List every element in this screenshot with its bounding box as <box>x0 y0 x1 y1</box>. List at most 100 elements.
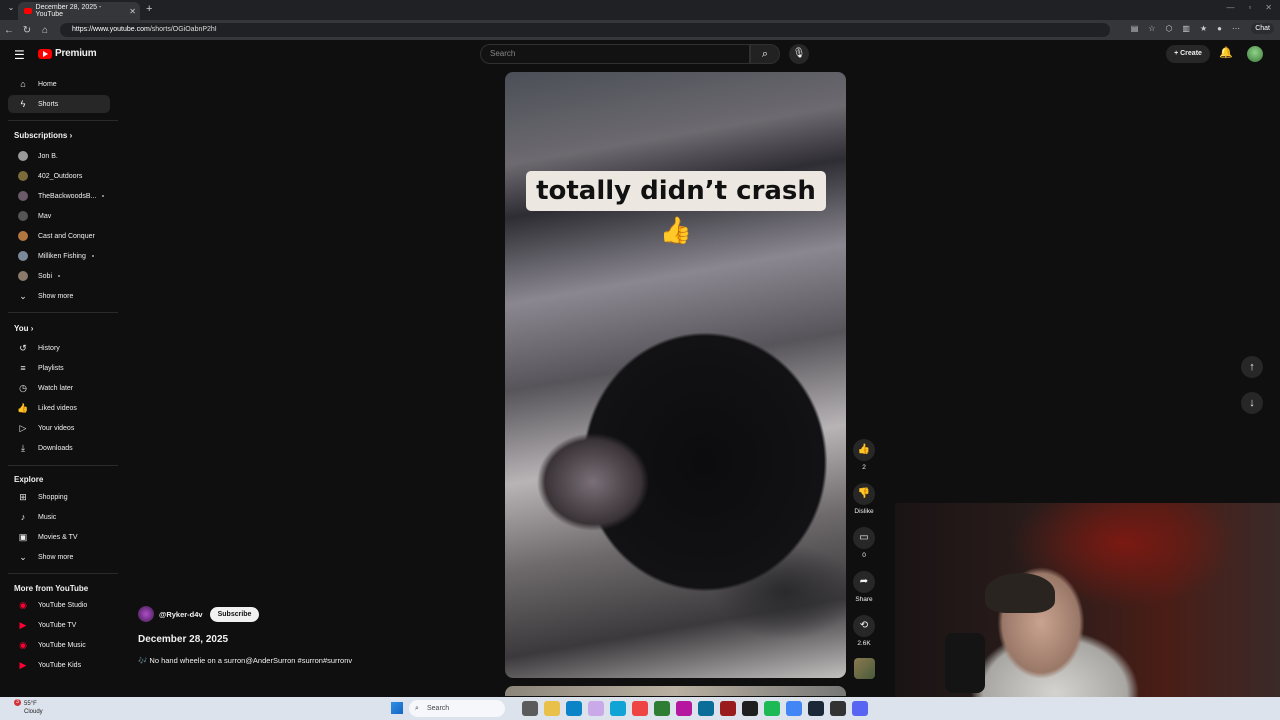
task-view-icon[interactable] <box>522 701 538 716</box>
sound-thumbnail[interactable] <box>854 658 875 679</box>
account-avatar[interactable] <box>1247 46 1263 62</box>
favorites-icon[interactable]: ★ <box>1200 24 1207 33</box>
comments-button[interactable]: ▭ 0 <box>852 527 876 559</box>
sidebar-item-movies-tv[interactable]: ▣ Movies & TV <box>8 528 110 546</box>
maximize-icon[interactable]: ▫ <box>1248 3 1251 12</box>
app-icon-red[interactable] <box>632 701 648 716</box>
steam-icon[interactable] <box>808 701 824 716</box>
shorts-video-player[interactable]: totally didn’t crash 👍 <box>505 72 846 678</box>
sidebar-item-playlists[interactable]: ≡ Playlists <box>8 359 110 377</box>
reload-icon[interactable]: ↻ <box>18 25 36 36</box>
sidebar-subscription-item[interactable]: Sobi <box>8 267 110 285</box>
notifications-bell-icon[interactable]: 🔔 <box>1219 46 1233 59</box>
sidebar-subscription-item[interactable]: TheBackwoodsB... <box>8 187 110 205</box>
webcam-microphone <box>945 633 985 693</box>
sidebar-item-youtube-kids[interactable]: ▶ YouTube Kids <box>8 656 110 674</box>
sidebar-item-shopping[interactable]: ⊞ Shopping <box>8 488 110 506</box>
sidebar-item-music[interactable]: ♪ Music <box>8 508 110 526</box>
history-icon: ↺ <box>19 342 27 353</box>
youtube-logo[interactable]: Premium <box>38 48 97 59</box>
sidebar-subscription-item[interactable]: Cast and Conquer <box>8 227 110 245</box>
chrome-icon[interactable] <box>786 701 802 716</box>
taskbar-apps <box>522 701 868 716</box>
copilot-chat-button[interactable]: Chat <box>1251 23 1274 34</box>
sidebar-item-watch-later[interactable]: ◷ Watch later <box>8 379 110 397</box>
remix-button[interactable]: ⟲ 2.6K <box>852 615 876 647</box>
dislike-button[interactable]: 👎 Dislike <box>852 483 876 515</box>
share-button[interactable]: ➦ Share <box>852 571 876 603</box>
home-browser-icon[interactable]: ⌂ <box>36 25 54 36</box>
sidebar-item-history[interactable]: ↺ History <box>8 339 110 357</box>
sidebar-subscription-item[interactable]: Jon B. <box>8 147 110 165</box>
next-short-preview[interactable] <box>505 686 846 696</box>
new-content-dot <box>102 195 105 197</box>
new-tab-icon[interactable]: + <box>146 3 152 15</box>
minimize-icon[interactable]: — <box>1226 3 1234 12</box>
reader-icon[interactable]: ▤ <box>1131 24 1139 33</box>
profile-icon[interactable]: ● <box>1217 24 1222 33</box>
sidebar-item-liked-videos[interactable]: 👍 Liked videos <box>8 399 110 417</box>
sidebar-item-downloads[interactable]: ⤓ Downloads <box>8 439 110 457</box>
search-icon: ⌕ <box>761 48 769 60</box>
webcam-overlay <box>895 503 1280 697</box>
browser-tab[interactable]: December 28, 2025 - YouTube ✕ <box>18 2 140 20</box>
search-input[interactable]: Search <box>480 44 750 64</box>
edge-icon[interactable] <box>610 701 626 716</box>
favorite-star-icon[interactable]: ☆ <box>1148 24 1155 33</box>
sidebar-item-youtube-studio[interactable]: ◉ YouTube Studio <box>8 596 110 614</box>
file-explorer-icon[interactable] <box>544 701 560 716</box>
sidebar-item-label: Music <box>38 513 57 521</box>
voice-search-button[interactable]: 🎙 <box>789 44 809 64</box>
more-menu-icon[interactable]: ⋯ <box>1232 24 1240 33</box>
show-more-subscriptions[interactable]: ⌄ Show more <box>8 287 110 305</box>
thumbs-up-icon: 👍 <box>853 439 875 461</box>
chevron-down-icon: ⌄ <box>19 551 27 562</box>
close-window-icon[interactable]: ✕ <box>1265 3 1272 12</box>
terminal-icon[interactable] <box>742 701 758 716</box>
store-icon[interactable] <box>566 701 582 716</box>
show-more-explore[interactable]: ⌄ Show more <box>8 548 110 566</box>
sidebar-subscription-item[interactable]: 402_Outdoors <box>8 167 110 185</box>
sidebar-subscription-item[interactable]: Milliken Fishing <box>8 247 110 265</box>
channel-avatar[interactable] <box>138 606 154 622</box>
like-button[interactable]: 👍 2 <box>852 439 876 471</box>
next-short-button[interactable]: ↓ <box>1241 392 1263 414</box>
window-controls: — ▫ ✕ <box>1226 3 1272 12</box>
subscriptions-heading[interactable]: Subscriptions › <box>14 131 72 140</box>
sidebar-item-youtube-music[interactable]: ◉ YouTube Music <box>8 636 110 654</box>
split-screen-icon[interactable]: ▥ <box>1182 24 1190 33</box>
menu-icon[interactable]: ☰ <box>14 48 25 62</box>
sidebar-item-shorts[interactable]: ϟ Shorts <box>8 95 110 113</box>
app-icon-maroon[interactable] <box>720 701 736 716</box>
obs-icon[interactable] <box>830 701 846 716</box>
weather-widget[interactable]: 55°F Cloudy <box>14 700 43 716</box>
app-icon-pink[interactable] <box>676 701 692 716</box>
sidebar-item-label: Home <box>38 80 57 88</box>
windows-start-icon[interactable] <box>391 702 403 714</box>
create-button[interactable]: + Create <box>1166 45 1210 63</box>
sidebar-item-label: Jon B. <box>38 152 58 160</box>
subscribe-button[interactable]: Subscribe <box>209 606 260 622</box>
channel-name[interactable]: @Ryker-d4v <box>159 610 203 619</box>
extensions-icon[interactable]: ⬡ <box>1165 24 1172 33</box>
discord-icon[interactable] <box>852 701 868 716</box>
sidebar-item-your-videos[interactable]: ▷ Your videos <box>8 419 110 437</box>
url-field[interactable]: https://www.youtube.com/shorts/OGiOabnP2… <box>60 23 1110 37</box>
sidebar-subscription-item[interactable]: Mav <box>8 207 110 225</box>
video-title[interactable]: December 28, 2025 <box>138 634 228 645</box>
video-description[interactable]: 🎶 No hand wheelie on a surron@AnderSurro… <box>138 656 352 665</box>
snipping-tool-icon[interactable] <box>588 701 604 716</box>
search-button[interactable]: ⌕ <box>750 44 780 64</box>
close-tab-icon[interactable]: ✕ <box>129 7 136 16</box>
music-note-icon: ♪ <box>20 512 26 522</box>
sidebar-item-youtube-tv[interactable]: ▶ YouTube TV <box>8 616 110 634</box>
spotify-icon[interactable] <box>764 701 780 716</box>
app-icon-teal[interactable] <box>698 701 714 716</box>
sidebar-item-home[interactable]: ⌂ Home <box>8 75 110 93</box>
back-icon[interactable]: ← <box>0 25 18 36</box>
you-heading[interactable]: You › <box>14 324 33 333</box>
xbox-icon[interactable] <box>654 701 670 716</box>
taskbar-search[interactable]: ⌕ Search <box>409 700 505 717</box>
previous-short-button[interactable]: ↑ <box>1241 356 1263 378</box>
remix-icon: ⟲ <box>853 615 875 637</box>
